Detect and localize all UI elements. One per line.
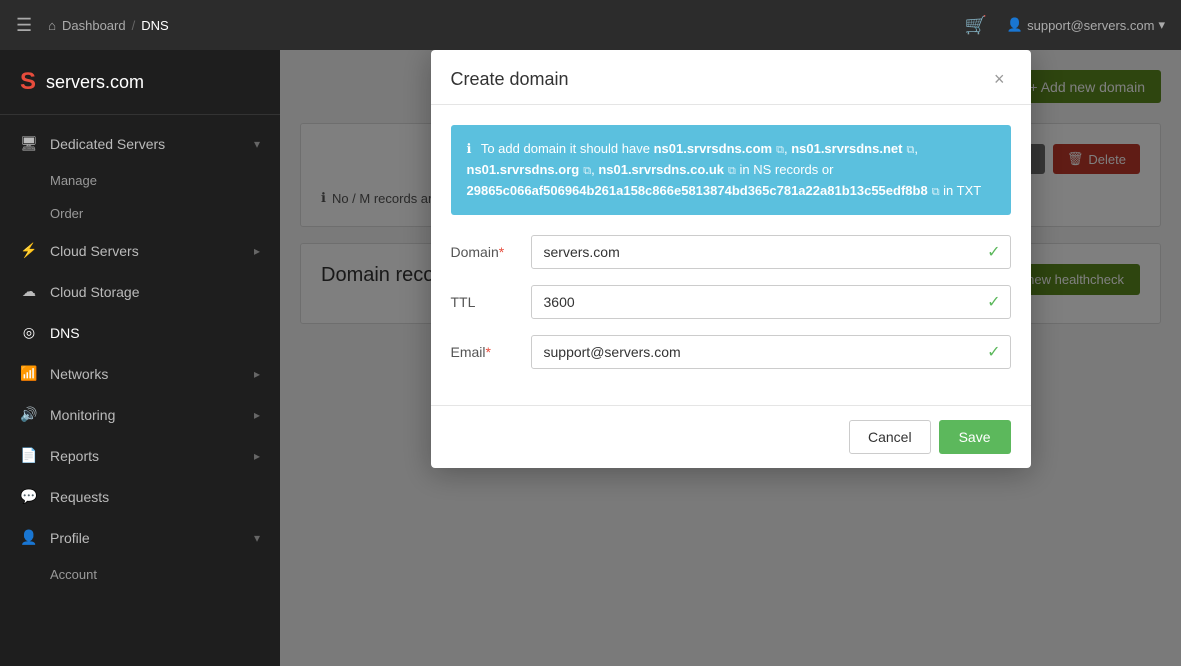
sidebar-subitem-manage[interactable]: Manage — [0, 164, 280, 197]
txt-label: in TXT — [943, 183, 981, 198]
sidebar-item-networks[interactable]: 📶 Networks ▸ — [0, 353, 280, 394]
email-input-wrap: ✓ — [531, 335, 1011, 369]
main-content: 🔍 + Add new domain 👁 View details 🗑 Dele… — [280, 50, 1181, 666]
save-button[interactable]: Save — [939, 420, 1011, 454]
sidebar-item-dns[interactable]: ◎ DNS — [0, 312, 280, 353]
sidebar: S servers.com 🖥 Dedicated Servers ▾ Mana… — [0, 50, 280, 666]
cart-icon[interactable]: 🛒 — [965, 15, 987, 36]
sidebar-label-cloud-storage: Cloud Storage — [50, 284, 140, 300]
reports-icon: 📄 — [20, 447, 38, 464]
breadcrumb-parent[interactable]: Dashboard — [62, 18, 126, 33]
breadcrumb-current: DNS — [141, 18, 168, 33]
ttl-input[interactable] — [531, 285, 1011, 319]
dns-icon: ◎ — [20, 324, 38, 341]
sidebar-item-reports[interactable]: 📄 Reports ▸ — [0, 435, 280, 476]
chevron-right-icon: ▸ — [254, 244, 260, 258]
chevron-right-icon: ▸ — [254, 367, 260, 381]
ns4-text: ns01.srvrsdns.co.uk — [598, 162, 724, 177]
sidebar-subitem-account[interactable]: Account — [0, 558, 280, 591]
sidebar-label-networks: Networks — [50, 366, 108, 382]
sidebar-item-dedicated-servers[interactable]: 🖥 Dedicated Servers ▾ — [0, 123, 280, 164]
chevron-right-icon: ▸ — [254, 408, 260, 422]
ns-records-label: in NS records or — [740, 162, 834, 177]
chevron-down-icon: ▾ — [254, 531, 260, 545]
modal-title: Create domain — [451, 69, 569, 90]
sidebar-item-cloud-servers[interactable]: ⚡ Cloud Servers ▸ — [0, 230, 280, 271]
info-circle-icon: ℹ — [467, 141, 472, 156]
ttl-input-wrap: ✓ — [531, 285, 1011, 319]
logo-icon: S — [20, 68, 36, 96]
sidebar-item-profile[interactable]: 👤 Profile ▾ — [0, 517, 280, 558]
ns3-text: ns01.srvrsdns.org — [467, 162, 580, 177]
domain-label: Domain* — [451, 244, 531, 260]
copy-ns3-icon[interactable]: ⧉ — [583, 163, 591, 181]
info-text: To add domain it should have — [481, 141, 654, 156]
domain-input[interactable] — [531, 235, 1011, 269]
sidebar-label-dedicated-servers: Dedicated Servers — [50, 136, 165, 152]
copy-ns1-icon[interactable]: ⧉ — [776, 142, 784, 160]
domain-required-marker: * — [499, 244, 504, 260]
ns2-text: ns01.srvrsdns.net — [791, 141, 902, 156]
chevron-down-icon: ▾ — [1158, 17, 1165, 33]
chevron-right-icon: ▸ — [254, 449, 260, 463]
ttl-valid-icon: ✓ — [987, 292, 1000, 312]
ns1-text: ns01.srvrsdns.com — [654, 141, 773, 156]
home-icon: ⌂ — [48, 18, 56, 33]
modal-overlay: Create domain × ℹ To add domain it shoul… — [280, 50, 1181, 666]
sidebar-nav: 🖥 Dedicated Servers ▾ Manage Order ⚡ Clo… — [0, 115, 280, 599]
copy-ns4-icon[interactable]: ⧉ — [728, 163, 736, 181]
sidebar-item-requests[interactable]: 💬 Requests — [0, 476, 280, 517]
server-icon: 🖥 — [20, 135, 38, 152]
sidebar-label-monitoring: Monitoring — [50, 407, 115, 423]
cloud-icon: ☁ — [20, 283, 38, 300]
cancel-button[interactable]: Cancel — [849, 420, 931, 454]
sidebar-subitem-order[interactable]: Order — [0, 197, 280, 230]
copy-txt-icon[interactable]: ⧉ — [932, 184, 940, 202]
email-valid-icon: ✓ — [987, 342, 1000, 362]
sidebar-label-requests: Requests — [50, 489, 109, 505]
sidebar-label-reports: Reports — [50, 448, 99, 464]
create-domain-modal: Create domain × ℹ To add domain it shoul… — [431, 50, 1031, 468]
sidebar-item-monitoring[interactable]: 🔊 Monitoring ▸ — [0, 394, 280, 435]
profile-icon: 👤 — [20, 529, 38, 546]
modal-info-box: ℹ To add domain it should have ns01.srvr… — [451, 125, 1011, 215]
hamburger-icon[interactable]: ☰ — [16, 15, 32, 36]
modal-body: ℹ To add domain it should have ns01.srvr… — [431, 105, 1031, 405]
cloud-server-icon: ⚡ — [20, 242, 38, 259]
sidebar-logo: S servers.com — [0, 50, 280, 115]
email-input[interactable] — [531, 335, 1011, 369]
requests-icon: 💬 — [20, 488, 38, 505]
user-email: support@servers.com — [1027, 18, 1154, 33]
ttl-label: TTL — [451, 294, 531, 310]
monitoring-icon: 🔊 — [20, 406, 38, 423]
sidebar-label-dns: DNS — [50, 325, 80, 341]
logo-text: servers.com — [46, 72, 144, 93]
modal-close-button[interactable]: × — [988, 68, 1011, 90]
user-icon: 👤 — [1007, 17, 1023, 33]
copy-ns2-icon[interactable]: ⧉ — [906, 142, 914, 160]
sidebar-item-cloud-storage[interactable]: ☁ Cloud Storage — [0, 271, 280, 312]
navbar: ☰ ⌂ Dashboard / DNS 🛒 👤 support@servers.… — [0, 0, 1181, 50]
breadcrumb: ⌂ Dashboard / DNS — [48, 18, 169, 33]
user-menu[interactable]: 👤 support@servers.com ▾ — [1007, 17, 1165, 33]
network-icon: 📶 — [20, 365, 38, 382]
sidebar-label-cloud-servers: Cloud Servers — [50, 243, 139, 259]
sidebar-label-profile: Profile — [50, 530, 90, 546]
domain-valid-icon: ✓ — [987, 242, 1000, 262]
txt-value: 29865c066af506964b261a158c866e5813874bd3… — [467, 183, 928, 198]
domain-input-wrap: ✓ — [531, 235, 1011, 269]
email-required-marker: * — [486, 344, 491, 360]
breadcrumb-separator: / — [132, 18, 136, 33]
domain-form-group: Domain* ✓ — [451, 235, 1011, 269]
modal-header: Create domain × — [431, 50, 1031, 105]
ttl-form-group: TTL ✓ — [451, 285, 1011, 319]
chevron-down-icon: ▾ — [254, 137, 260, 151]
email-label: Email* — [451, 344, 531, 360]
modal-footer: Cancel Save — [431, 405, 1031, 468]
email-form-group: Email* ✓ — [451, 335, 1011, 369]
